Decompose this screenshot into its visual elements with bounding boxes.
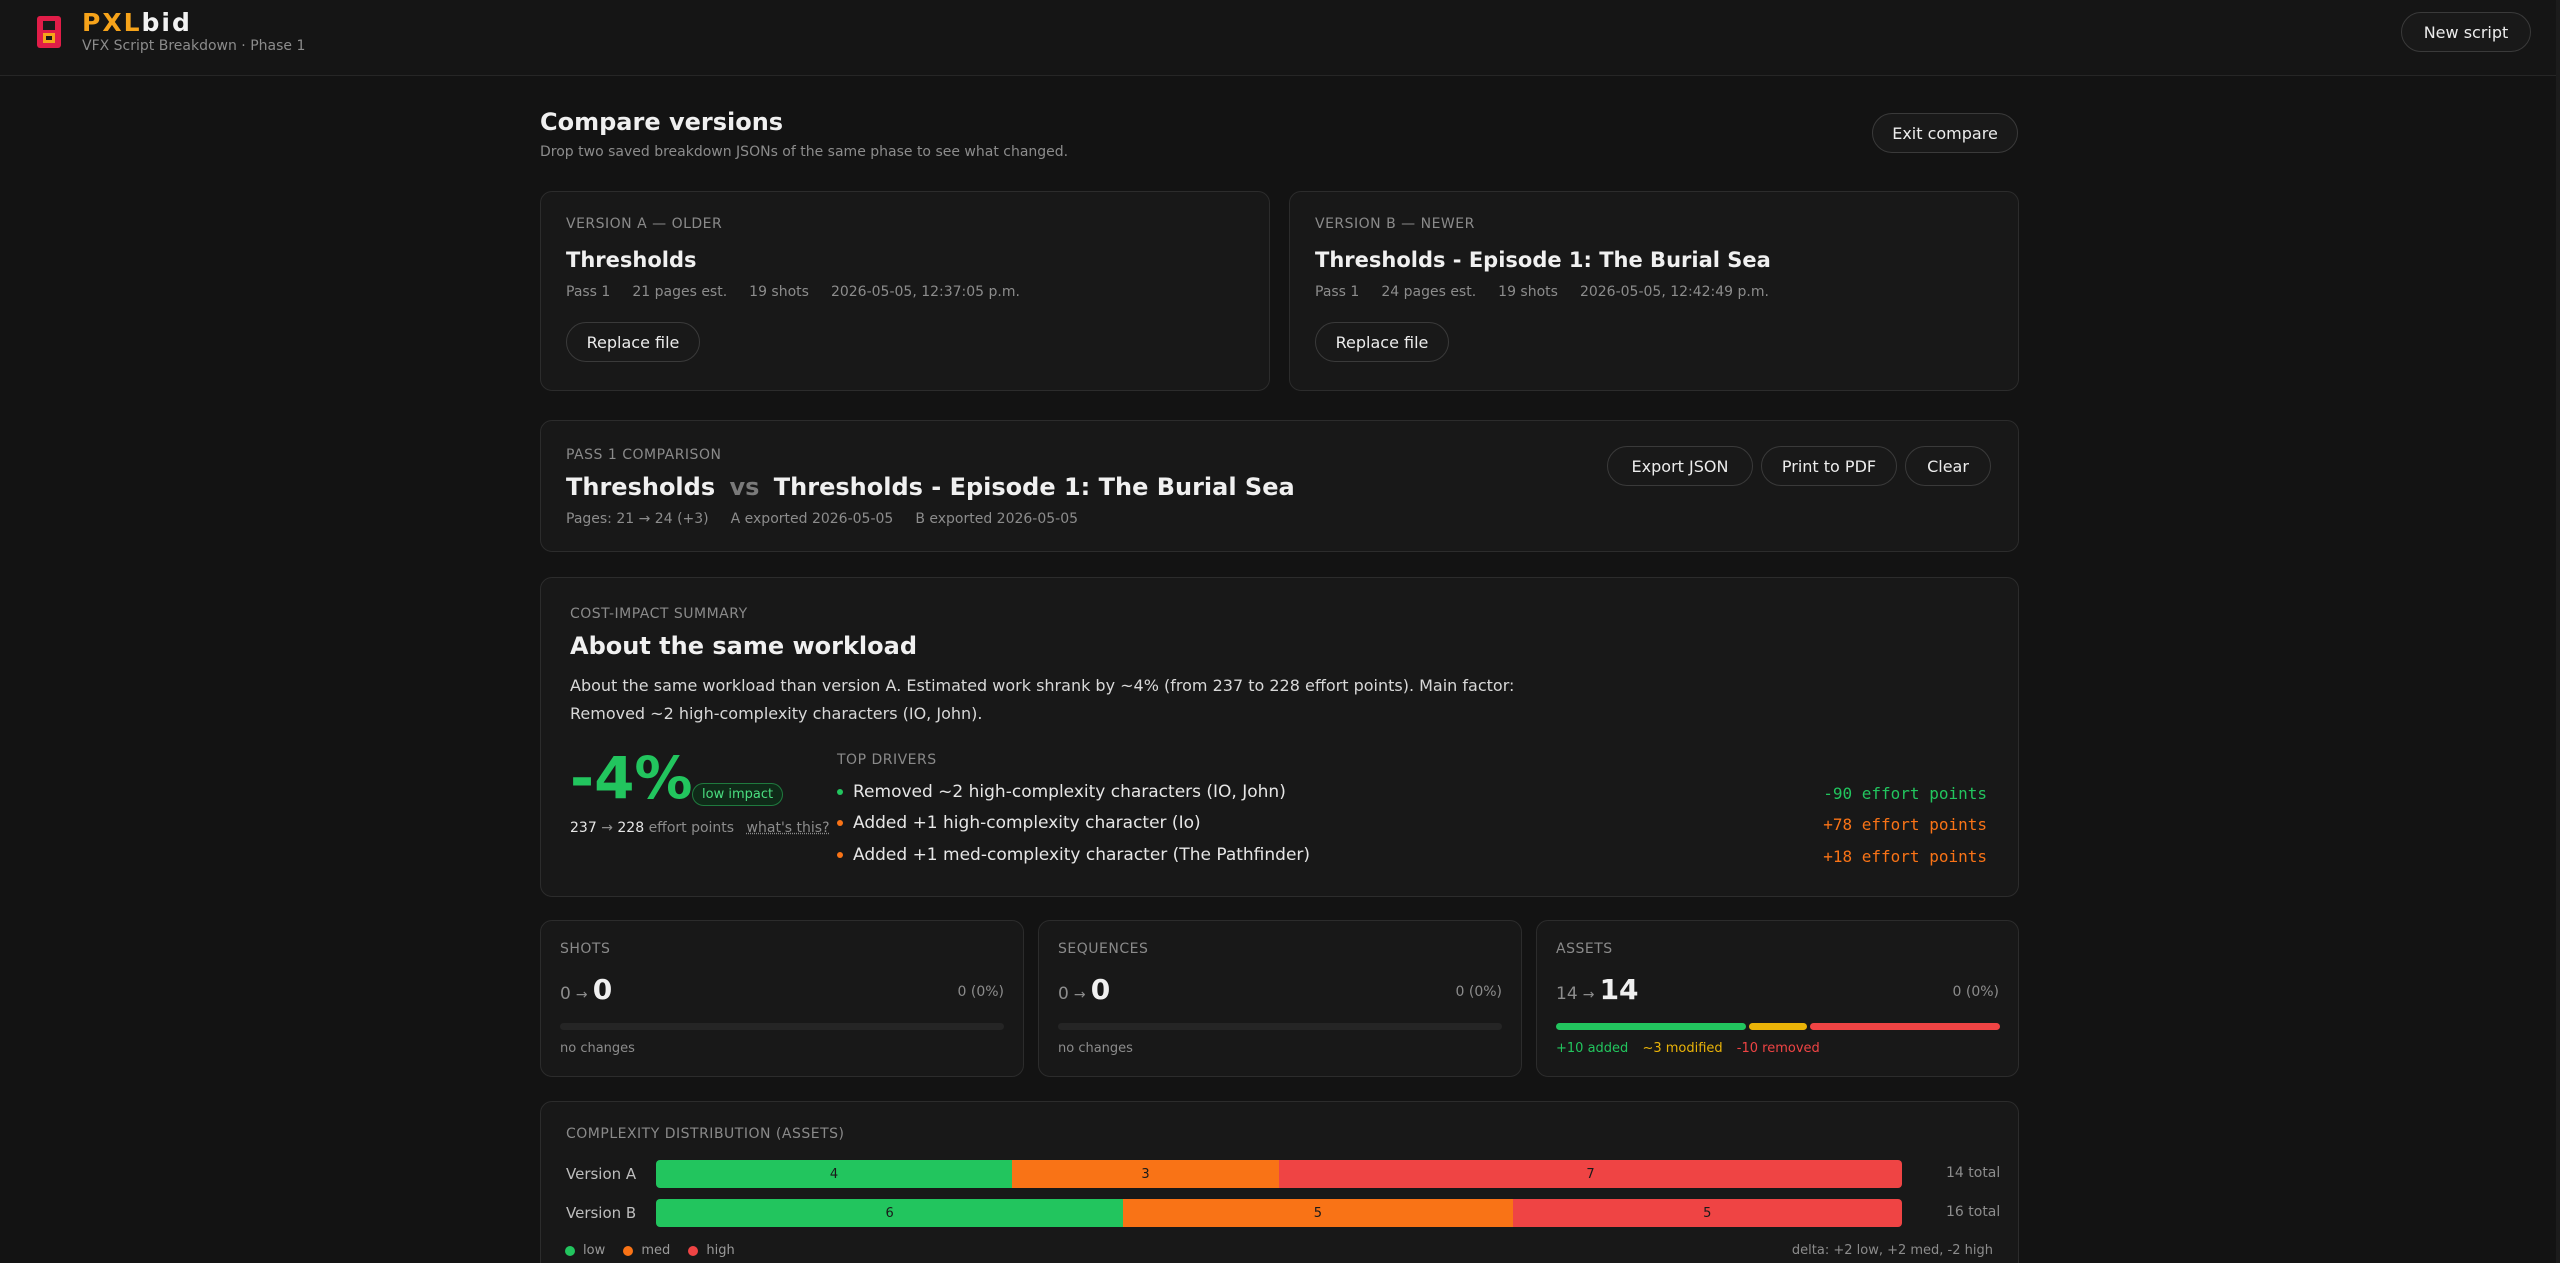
complexity-row-label-b: Version B (566, 1204, 637, 1222)
whats-this-link[interactable]: what's this? (747, 820, 830, 836)
version-a-card: VERSION A — OLDER Thresholds Pass 1 21 pa… (540, 191, 1270, 391)
sequences-stat-card: SEQUENCES 0 → 0 0 (0%) no changes (1038, 920, 1522, 1077)
shots-note: no changes (560, 1041, 635, 1056)
shots-bar (560, 1023, 1004, 1030)
new-script-button[interactable]: New script (2401, 12, 2531, 52)
assets-modified-label: ~3 modified (1642, 1041, 1723, 1056)
cost-impact-description-1: About the same workload than version A. … (570, 676, 1515, 695)
complexity-total-a: 14 total (1946, 1165, 2001, 1181)
page-title: Compare versions (540, 108, 784, 136)
version-a-eyebrow: VERSION A — OLDER (566, 216, 723, 232)
comparison-meta: Pages: 21 → 24 (+3) A exported 2026-05-05… (566, 511, 1079, 527)
impact-badge: low impact (692, 783, 784, 806)
version-b-replace-file-button[interactable]: Replace file (1315, 322, 1449, 362)
exit-compare-button[interactable]: Exit compare (1872, 113, 2018, 153)
brand-subtitle: VFX Script Breakdown · Phase 1 (82, 38, 306, 54)
sequences-values: 0 → 0 (1058, 973, 1111, 1006)
shots-stat-card: SHOTS 0 → 0 0 (0%) no changes (540, 920, 1024, 1077)
complexity-segment-med: 5 (1123, 1199, 1513, 1227)
complexity-segment-low: 6 (656, 1199, 1124, 1227)
version-a-replace-file-button[interactable]: Replace file (566, 322, 700, 362)
version-a-title: Thresholds (566, 248, 697, 272)
page-subtitle: Drop two saved breakdown JSONs of the sa… (540, 144, 1069, 160)
high-legend-icon (688, 1245, 699, 1256)
assets-change-bar (1556, 1023, 2000, 1030)
complexity-total-b: 16 total (1946, 1204, 2001, 1220)
complexity-segment-med: 3 (1012, 1160, 1279, 1188)
shots-label: SHOTS (560, 941, 611, 957)
comparison-card: PASS 1 COMPARISON Thresholds vs Threshol… (540, 420, 2019, 552)
driver-bullet-icon (837, 820, 843, 826)
driver-text: Removed ~2 high-complexity characters (I… (853, 782, 1286, 802)
driver-value: +18 effort points (1823, 847, 1987, 866)
complexity-legend: low med high (565, 1243, 735, 1258)
export-json-button[interactable]: Export JSON (1607, 446, 1753, 486)
comparison-eyebrow: PASS 1 COMPARISON (566, 447, 722, 463)
version-b-card: VERSION B — NEWER Thresholds - Episode 1… (1289, 191, 2019, 391)
comparison-title: Thresholds vs Thresholds - Episode 1: Th… (566, 473, 1295, 501)
assets-label: ASSETS (1556, 941, 1613, 957)
scrollbar[interactable] (2556, 0, 2560, 1263)
driver-text: Added +1 med-complexity character (The P… (853, 845, 1311, 865)
assets-modified-segment (1749, 1023, 1807, 1030)
top-drivers-eyebrow: TOP DRIVERS (837, 752, 937, 768)
cost-impact-description-2: Removed ~2 high-complexity characters (I… (570, 704, 983, 723)
complexity-eyebrow: COMPLEXITY DISTRIBUTION (ASSETS) (566, 1126, 845, 1142)
top-drivers-list: Removed ~2 high-complexity characters (I… (837, 782, 1987, 882)
driver-value: -90 effort points (1823, 784, 1987, 803)
cost-impact-eyebrow: COST-IMPACT SUMMARY (570, 606, 748, 622)
complexity-segment-high: 5 (1512, 1199, 1902, 1227)
complexity-segment-low: 4 (656, 1160, 1012, 1188)
effort-points-summary: 237 → 228 effort points what's this? (570, 820, 830, 836)
brand-name: PXLbid (82, 8, 192, 37)
shots-values: 0 → 0 (560, 973, 613, 1006)
driver-value: +78 effort points (1823, 815, 1987, 834)
assets-added-segment (1556, 1023, 1747, 1030)
version-b-title: Thresholds - Episode 1: The Burial Sea (1315, 248, 1771, 272)
cost-impact-card: COST-IMPACT SUMMARY About the same workl… (540, 577, 2019, 897)
complexity-segment-high: 7 (1279, 1160, 1902, 1188)
assets-removed-label: -10 removed (1736, 1041, 1820, 1056)
complexity-bar-version-a: 4 3 7 (656, 1160, 1902, 1188)
driver-bullet-icon (837, 789, 843, 795)
version-b-eyebrow: VERSION B — NEWER (1315, 216, 1475, 232)
shots-change: 0 (0%) (957, 984, 1005, 1000)
driver-row: Removed ~2 high-complexity characters (I… (837, 782, 1987, 806)
driver-bullet-icon (837, 852, 843, 858)
sequences-note: no changes (1058, 1041, 1133, 1056)
assets-added-label: +10 added (1556, 1041, 1629, 1056)
complexity-row-label-a: Version A (566, 1165, 637, 1183)
assets-removed-segment (1809, 1023, 2000, 1030)
driver-text: Added +1 high-complexity character (Io) (853, 813, 1201, 833)
driver-row: Added +1 med-complexity character (The P… (837, 845, 1987, 869)
complexity-delta: delta: +2 low, +2 med, -2 high (1791, 1243, 1993, 1258)
print-to-pdf-button[interactable]: Print to PDF (1761, 446, 1897, 486)
clear-button[interactable]: Clear (1905, 446, 1991, 486)
assets-change: 0 (0%) (1952, 984, 2000, 1000)
driver-row: Added +1 high-complexity character (Io) … (837, 813, 1987, 837)
assets-change-legend: +10 added ~3 modified -10 removed (1556, 1041, 1820, 1056)
complexity-bar-version-b: 6 5 5 (656, 1199, 1902, 1227)
assets-stat-card: ASSETS 14 → 14 0 (0%) +10 added ~3 modif… (1536, 920, 2019, 1077)
pxlbid-logo-icon (37, 16, 61, 48)
version-a-meta: Pass 1 21 pages est. 19 shots 2026-05-05, 1… (566, 284, 1020, 300)
low-legend-icon (565, 1245, 575, 1256)
cost-impact-headline: About the same workload (570, 632, 918, 660)
impact-percent: -4% (570, 744, 693, 812)
sequences-label: SEQUENCES (1058, 941, 1149, 957)
top-bar: PXLbid VFX Script Breakdown · Phase 1 Ne… (0, 0, 2560, 76)
version-b-meta: Pass 1 24 pages est. 19 shots 2026-05-05, 1… (1315, 284, 1769, 300)
assets-values: 14 → 14 (1556, 973, 1639, 1006)
med-legend-icon (623, 1245, 634, 1256)
sequences-bar (1058, 1023, 1502, 1030)
sequences-change: 0 (0%) (1455, 984, 1503, 1000)
